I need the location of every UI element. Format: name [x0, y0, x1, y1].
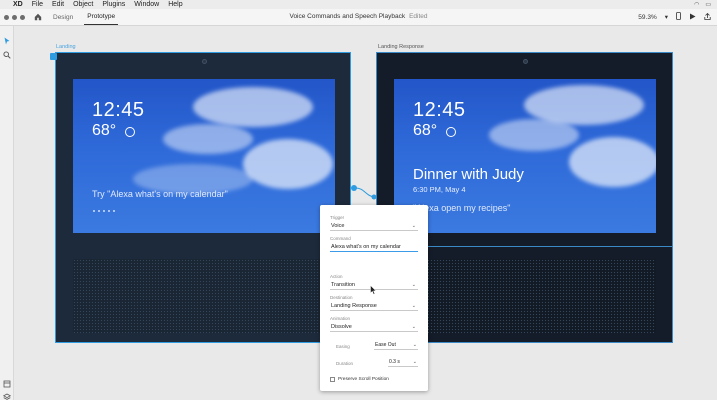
cloud-shape	[243, 139, 333, 189]
window-controls	[4, 14, 25, 20]
event-time: 6:30 PM, May 4	[413, 185, 466, 194]
close-window-button[interactable]	[4, 14, 9, 20]
cloud-shape	[489, 119, 579, 151]
speaker-grille	[394, 259, 656, 333]
home-artboard-icon	[50, 53, 57, 60]
document-name: Voice Commands and Speech Playback	[289, 13, 406, 20]
menu-file[interactable]: File	[32, 0, 43, 9]
artboard-label-landing-response[interactable]: Landing Response	[378, 44, 424, 50]
sun-icon	[125, 127, 135, 137]
assets-icon[interactable]	[3, 375, 11, 388]
device-camera	[202, 59, 207, 64]
command-input[interactable]: Alexa what's on my calendar	[330, 242, 418, 252]
sun-icon	[446, 127, 456, 137]
clock-time: 12:45	[92, 99, 145, 121]
temperature: 68°	[413, 122, 438, 139]
animation-label: Animation	[330, 316, 351, 321]
cloud-shape	[193, 87, 313, 127]
chevron-down-icon: ⌄	[411, 303, 416, 309]
toolbar-right: 59.3% ▾	[638, 12, 711, 22]
chevron-down-icon: ⌄	[412, 359, 417, 365]
tool-strip	[0, 26, 14, 400]
page-indicator	[93, 210, 115, 212]
trigger-label: Trigger	[330, 215, 345, 220]
menu-app-name[interactable]: XD	[13, 0, 23, 9]
command-label: Command	[330, 236, 351, 241]
zoom-tool-icon[interactable]	[3, 46, 11, 59]
document-status: Edited	[409, 13, 428, 20]
chevron-down-icon: ⌄	[411, 282, 416, 288]
battery-icon: ▭	[705, 2, 711, 8]
cloud-shape	[163, 124, 253, 154]
speaker-grille	[73, 259, 335, 333]
event-title: Dinner with Judy	[413, 166, 524, 183]
page-dot	[113, 210, 115, 212]
clock-time: 12:45	[413, 99, 466, 121]
menu-bar: XD File Edit Object Plugins Window Help …	[0, 0, 717, 9]
chevron-down-icon: ⌄	[412, 342, 417, 348]
home-icon[interactable]	[33, 13, 42, 22]
menu-help[interactable]: Help	[168, 0, 182, 9]
wifi-icon: ◠	[694, 2, 700, 8]
tab-design[interactable]: Design	[50, 9, 76, 26]
menu-status-icons: ◠ ▭	[694, 1, 717, 8]
menu-window[interactable]: Window	[134, 0, 159, 9]
chevron-down-icon[interactable]: ▾	[665, 13, 668, 21]
mobile-preview-icon[interactable]	[676, 12, 681, 22]
minimize-window-button[interactable]	[12, 14, 17, 20]
destination-label: Destination	[330, 295, 353, 300]
duration-stepper[interactable]: 0.3 s ⌄	[388, 358, 418, 367]
temperature: 68°	[92, 122, 117, 139]
easing-value: Ease Out	[375, 342, 396, 348]
layers-icon[interactable]	[2, 388, 12, 400]
easing-select[interactable]: Ease Out ⌄	[374, 341, 418, 350]
destination-select[interactable]: Landing Response ⌄	[330, 302, 418, 311]
chevron-down-icon: ⌄	[411, 324, 416, 330]
action-value: Transition	[331, 282, 355, 288]
artboard-landing[interactable]: 12:45 68° Try "Alexa what's on my calend…	[50, 52, 351, 343]
mouse-cursor-icon	[370, 285, 377, 295]
voice-prompt: Try "Alexa what's on my calendar"	[92, 189, 228, 199]
artboard-label-landing[interactable]: Landing	[56, 44, 76, 50]
animation-value: Dissolve	[331, 324, 352, 330]
easing-label: Easing	[336, 344, 350, 349]
chevron-down-icon: ⌄	[411, 223, 416, 229]
action-label: Action	[330, 274, 343, 279]
page-dot	[108, 210, 110, 212]
zoom-window-button[interactable]	[20, 14, 25, 20]
preserve-scroll-checkbox[interactable]: Preserve Scroll Position	[330, 377, 389, 382]
toolbar: Design Prototype Voice Commands and Spee…	[0, 9, 717, 26]
menu-plugins[interactable]: Plugins	[102, 0, 125, 9]
share-icon[interactable]	[704, 12, 711, 22]
duration-value: 0.3 s	[389, 359, 400, 365]
device-screen: 12:45 68° Try "Alexa what's on my calend…	[73, 79, 335, 233]
page-dot	[98, 210, 100, 212]
preserve-scroll-label: Preserve Scroll Position	[338, 377, 389, 382]
device-camera	[523, 59, 528, 64]
trigger-select[interactable]: Voice ⌄	[330, 222, 418, 231]
checkbox-box[interactable]	[330, 377, 335, 382]
device-screen: 12:45 68° Dinner with Judy 6:30 PM, May …	[394, 79, 656, 233]
page-dot	[93, 210, 95, 212]
animation-select[interactable]: Dissolve ⌄	[330, 323, 418, 332]
duration-label: Duration	[336, 361, 354, 366]
page-dot	[103, 210, 105, 212]
zoom-level[interactable]: 59.3%	[638, 14, 656, 21]
cloud-shape	[569, 137, 656, 187]
interaction-panel: Trigger Voice ⌄ Command Alexa what's on …	[320, 205, 428, 391]
select-tool-icon[interactable]	[3, 32, 11, 45]
destination-value: Landing Response	[331, 303, 377, 309]
trigger-value: Voice	[331, 223, 345, 229]
tab-prototype[interactable]: Prototype	[84, 9, 119, 25]
play-icon[interactable]	[689, 13, 696, 22]
